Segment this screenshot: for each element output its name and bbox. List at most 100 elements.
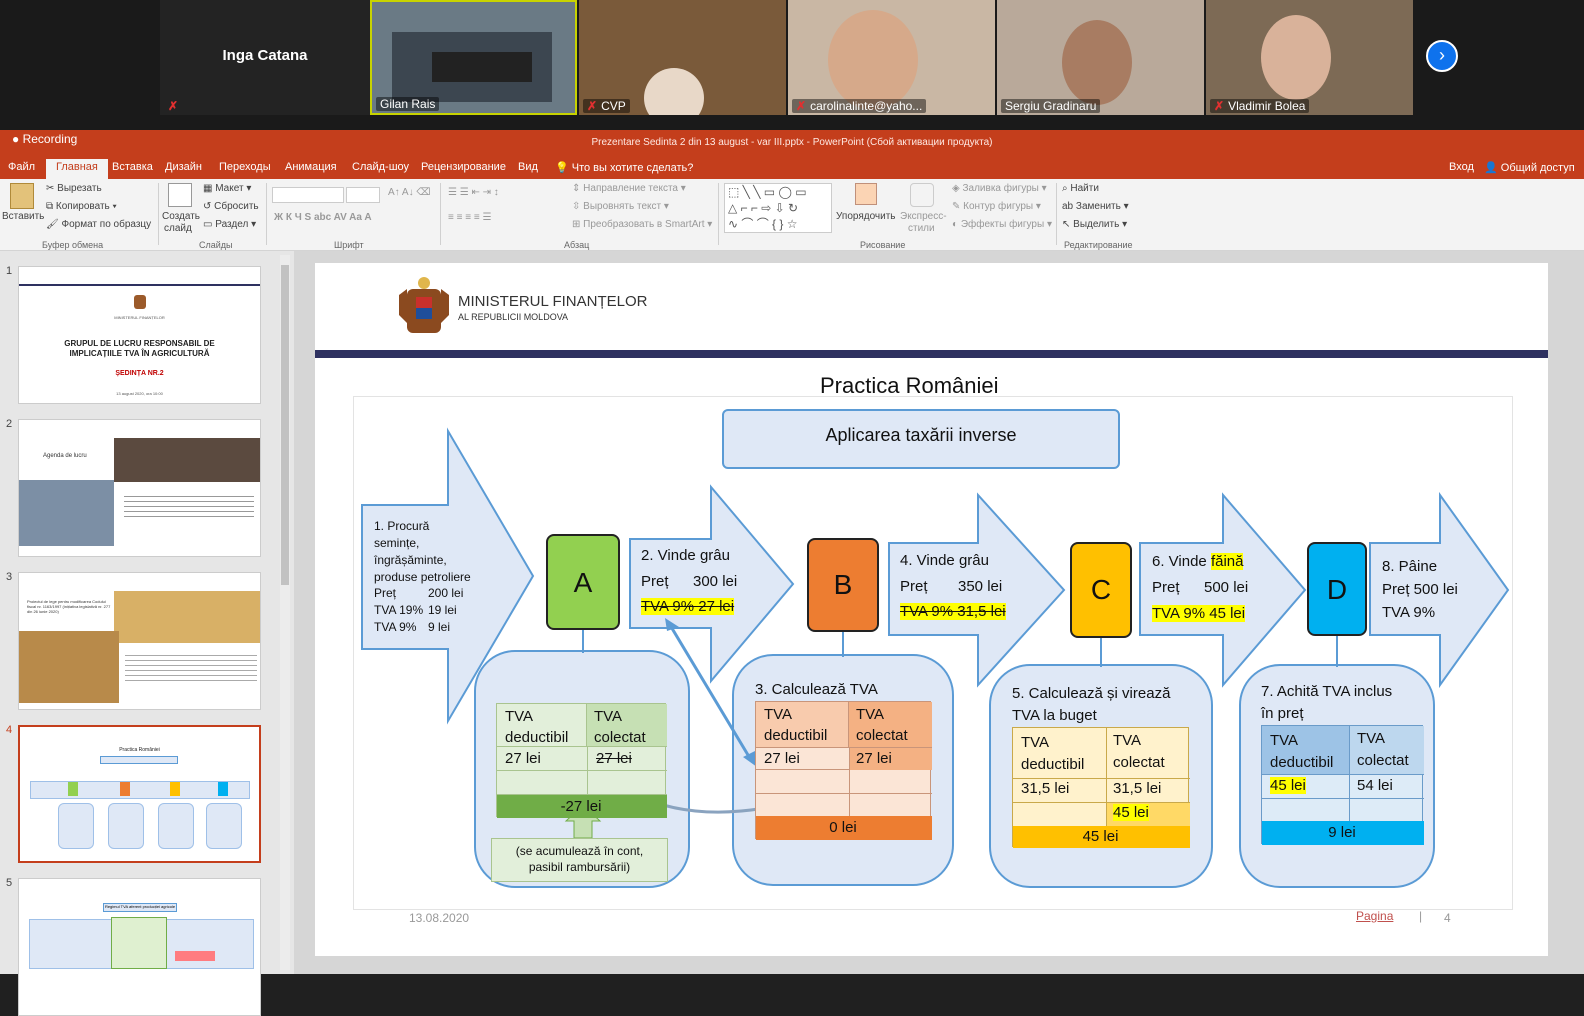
step4-title: 4. Vinde grâu (900, 552, 989, 569)
find-button[interactable]: ⌕ Найти (1062, 183, 1099, 194)
slide-canvas[interactable]: MINISTERUL FINANȚELOR AL REPUBLICII MOLD… (315, 263, 1548, 956)
paste-icon[interactable] (10, 183, 34, 209)
participant-tile[interactable]: ✗ CVP (579, 0, 786, 115)
footer-separator: | (1419, 909, 1423, 923)
chevron-right-icon[interactable]: › (1426, 40, 1458, 72)
footer-date: 13.08.2020 (409, 911, 470, 925)
calc-title-c: 5. Calculează și virează (1012, 685, 1171, 702)
reset-icon: ↺ (203, 201, 212, 212)
step8-vat: TVA 9% (1382, 604, 1436, 621)
font-format-icons[interactable]: Ж К Ч S abc AV Aa A (274, 212, 372, 223)
list-icons[interactable]: ☰ ☰ ⇤ ⇥ ↕ (448, 187, 499, 198)
new-slide-icon[interactable] (168, 183, 192, 207)
vat-table-c: TVA deductibil TVA colectat 31,5 lei 31,… (1012, 727, 1190, 848)
title-bar: ● Recording Prezentare Sedinta 2 din 13 … (0, 130, 1584, 157)
slide-number: 3 (6, 571, 13, 583)
layout-button[interactable]: ▦ Макет ▾ (203, 183, 251, 194)
paste-button[interactable]: Вставить (2, 211, 44, 222)
window-title: Prezentare Sedinta 2 din 13 august - var… (591, 137, 993, 148)
tab-slideshow[interactable]: Слайд-шоу (352, 161, 409, 173)
video-feed (644, 68, 704, 115)
calc-title-b: 3. Calculează TVA (755, 681, 878, 698)
font-name-input[interactable] (272, 187, 344, 203)
ribbon: Вставить ✂ Вырезать ⧉ Копировать ▾ 🖌 Фор… (0, 179, 1584, 251)
slide-thumbnail[interactable]: Regimul TVA aferent producției agricole (18, 878, 261, 1016)
section-button[interactable]: ▭ Раздел ▾ (203, 219, 256, 230)
new-slide-button[interactable]: Создать (162, 211, 200, 222)
coat-of-arms-icon (134, 295, 146, 309)
font-grow-icon[interactable]: A↑ A↓ ⌫ (388, 187, 431, 198)
tab-file[interactable]: Файл (8, 161, 35, 173)
step6-vat: TVA 9% 45 lei (1152, 605, 1246, 622)
format-painter-button[interactable]: 🖌 Формат по образцу (46, 219, 151, 230)
select-button[interactable]: ↖ Выделить ▾ (1062, 219, 1127, 230)
person-icon: 👤 (1484, 162, 1498, 174)
photo (19, 480, 114, 546)
scissors-icon: ✂ (46, 183, 55, 194)
footer-page-label: Pagina (1356, 909, 1394, 923)
tab-review[interactable]: Рецензирование (421, 161, 506, 173)
shape-effects-button[interactable]: ◐ Эффекты фигуры ▾ (952, 219, 1052, 230)
shape-outline-button[interactable]: ✎ Контур фигуры ▾ (952, 201, 1041, 212)
copy-button[interactable]: ⧉ Копировать ▾ (46, 201, 117, 212)
step6-price: Preț 500 lei (1152, 579, 1249, 596)
tab-view[interactable]: Вид (518, 161, 538, 173)
cursor-icon: ↖ (1062, 219, 1071, 230)
tab-transitions[interactable]: Переходы (219, 161, 271, 173)
quick-styles-icon[interactable] (910, 183, 934, 207)
tab-design[interactable]: Дизайн (165, 161, 202, 173)
participant-tile[interactable]: ✗ carolinalinte@yaho... (788, 0, 995, 115)
shapes-gallery[interactable]: ⬚ ╲ ╲ ▭ ◯ ▭ △ ⌐ ⌐ ⇨ ⇩ ↻ ∿ ⌒ ⌒ { } ☆ (724, 183, 832, 233)
text-direction-button[interactable]: ⇕ Направление текста ▾ (572, 183, 686, 194)
participant-name: Gilan Rais (376, 97, 440, 111)
replace-button[interactable]: ab Заменить ▾ (1062, 201, 1129, 212)
fill-icon: ◈ (952, 183, 960, 194)
node-label: B (833, 569, 853, 600)
participant-tile[interactable]: Inga Catana ✗ (160, 0, 370, 115)
share-button[interactable]: 👤 Общий доступ (1484, 161, 1575, 174)
step4-price: Preț 350 lei (900, 578, 1003, 595)
shape-fill-button[interactable]: ◈ Заливка фигуры ▾ (952, 183, 1047, 194)
slide-thumbnail[interactable]: Agenda de lucru (18, 419, 261, 557)
sign-in-link[interactable]: Вход (1449, 161, 1474, 173)
scroll-thumb[interactable] (281, 265, 289, 585)
photo (19, 631, 119, 703)
step8-price: Preț 500 lei (1382, 581, 1458, 598)
slide-thumbnail-selected[interactable]: Practica României (18, 725, 261, 863)
arrange-button[interactable]: Упорядочить (836, 211, 896, 222)
step2-price: Preț 300 lei (641, 573, 738, 590)
brush-icon: 🖌 (46, 219, 59, 230)
slide-number: 4 (6, 724, 13, 736)
participant-name: Vladimir Bolea (1228, 99, 1306, 113)
vat-table-b: TVA deductibil TVA colectat 27 lei 27 le… (755, 701, 932, 840)
font-size-input[interactable] (346, 187, 380, 203)
participant-tile[interactable]: Gilan Rais (370, 0, 577, 115)
participant-tile[interactable]: ✗ Vladimir Bolea (1206, 0, 1413, 115)
reset-button[interactable]: ↺ Сбросить (203, 201, 259, 212)
tab-home[interactable]: Главная (46, 159, 108, 179)
cut-button[interactable]: ✂ Вырезать (46, 183, 102, 194)
slide-number: 5 (6, 877, 13, 889)
group-label: Рисование (860, 240, 906, 250)
participant-tile[interactable]: Sergiu Gradinaru (997, 0, 1204, 115)
thumbnail-scrollbar[interactable] (280, 255, 290, 970)
tab-animations[interactable]: Анимация (285, 161, 337, 173)
align-icons[interactable]: ≡ ≡ ≡ ≡ ☰ (448, 212, 491, 223)
align-text-button[interactable]: ⇳ Выровнять текст ▾ (572, 201, 669, 212)
step4-vat: TVA 9% 31,5 lei (900, 603, 1006, 620)
photo (114, 591, 260, 643)
slide-thumbnail[interactable]: Proiectul de lege pentru modificarea Cod… (18, 572, 261, 710)
mic-muted-icon: ✗ (796, 99, 807, 113)
group-label: Слайды (199, 240, 233, 250)
tab-insert[interactable]: Вставка (112, 161, 153, 173)
align-text-icon: ⇳ (572, 201, 581, 212)
node-label: D (1326, 574, 1348, 605)
slide-thumbnails-pane: 1 MINISTERUL FINANȚELOR GRUPUL DE LUCRU … (0, 251, 294, 1016)
tell-me-box[interactable]: 💡 Что вы хотите сделать? (555, 161, 693, 174)
slide-thumbnail[interactable]: MINISTERUL FINANȚELOR GRUPUL DE LUCRU RE… (18, 266, 261, 404)
replace-icon: ab (1062, 201, 1074, 212)
smartart-button[interactable]: ⊞ Преобразовать в SmartArt ▾ (572, 219, 712, 230)
video-feed (1062, 20, 1132, 105)
quick-styles-button[interactable]: Экспресс- (900, 211, 947, 222)
arrange-icon[interactable] (855, 183, 877, 205)
